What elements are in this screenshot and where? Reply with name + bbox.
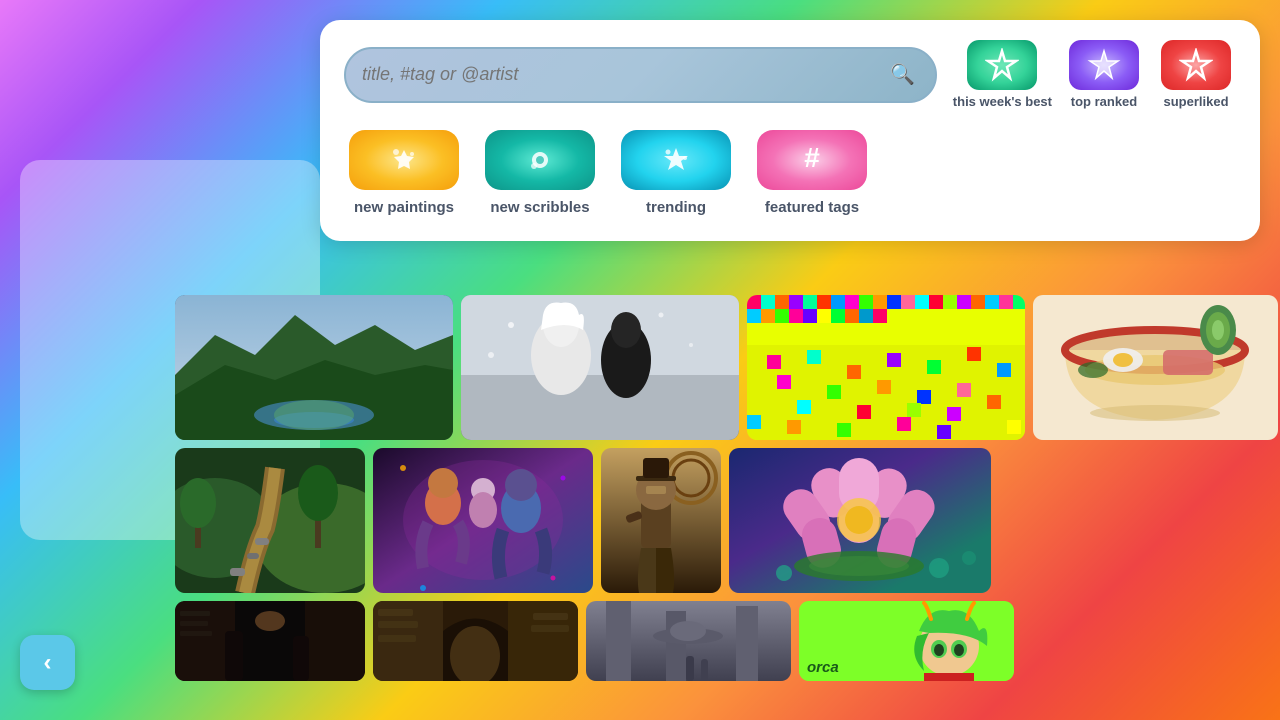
top-ranked-icon (1069, 40, 1139, 90)
this-weeks-best-icon (967, 40, 1037, 90)
new-paintings-icon (349, 130, 459, 190)
artwork-landscape[interactable] (175, 295, 453, 440)
category-featured-tags[interactable]: # featured tags (752, 130, 872, 218)
superliked-label: superliked (1163, 94, 1228, 110)
featured-tags-icon: # (757, 130, 867, 190)
category-new-paintings[interactable]: new paintings (344, 130, 464, 218)
artwork-stone-archway[interactable] (373, 601, 578, 681)
svg-text:#: # (804, 142, 820, 173)
artwork-dance-scene[interactable] (373, 448, 593, 593)
bottom-categories: new paintings new scribbles (344, 130, 1236, 218)
search-bar[interactable]: 🔍 (344, 47, 937, 103)
new-scribbles-icon (485, 130, 595, 190)
back-arrow-icon: ‹ (44, 649, 52, 677)
artwork-pixel-art[interactable] (747, 295, 1025, 440)
superliked-icon (1161, 40, 1231, 90)
artwork-row-1 (175, 295, 1270, 440)
this-weeks-best-label: this week's best (953, 94, 1052, 110)
back-button[interactable]: ‹ (20, 635, 75, 690)
top-ranked-label: top ranked (1071, 94, 1137, 110)
top-categories: this week's best top ranked (953, 40, 1236, 110)
artwork-anime-character-green[interactable]: orca (799, 601, 1014, 681)
new-scribbles-label: new scribbles (490, 198, 589, 218)
new-paintings-label: new paintings (354, 198, 454, 218)
search-input[interactable] (362, 64, 877, 85)
trending-label: trending (646, 198, 706, 218)
orca-badge: orca (807, 659, 839, 676)
artwork-dark-alley[interactable] (175, 601, 365, 681)
trending-icon (621, 130, 731, 190)
top-row: 🔍 this week's best (344, 40, 1236, 110)
category-superliked[interactable]: superliked (1156, 40, 1236, 110)
search-panel: 🔍 this week's best (320, 20, 1260, 241)
artwork-row-3: orca (175, 601, 1270, 681)
artwork-sci-fi-scene[interactable] (586, 601, 791, 681)
artwork-row-2 (175, 448, 1270, 593)
image-grid: orca (175, 295, 1270, 681)
featured-tags-label: featured tags (765, 198, 859, 218)
artwork-green-path[interactable] (175, 448, 365, 593)
artwork-lotus-flower[interactable] (729, 448, 991, 593)
search-icon-button[interactable]: 🔍 (887, 59, 919, 91)
artwork-steampunk-character[interactable] (601, 448, 721, 593)
artwork-anime-characters[interactable] (461, 295, 739, 440)
category-top-ranked[interactable]: top ranked (1064, 40, 1144, 110)
category-new-scribbles[interactable]: new scribbles (480, 130, 600, 218)
artwork-ramen-bowl[interactable] (1033, 295, 1278, 440)
category-this-weeks-best[interactable]: this week's best (953, 40, 1052, 110)
category-trending[interactable]: trending (616, 130, 736, 218)
